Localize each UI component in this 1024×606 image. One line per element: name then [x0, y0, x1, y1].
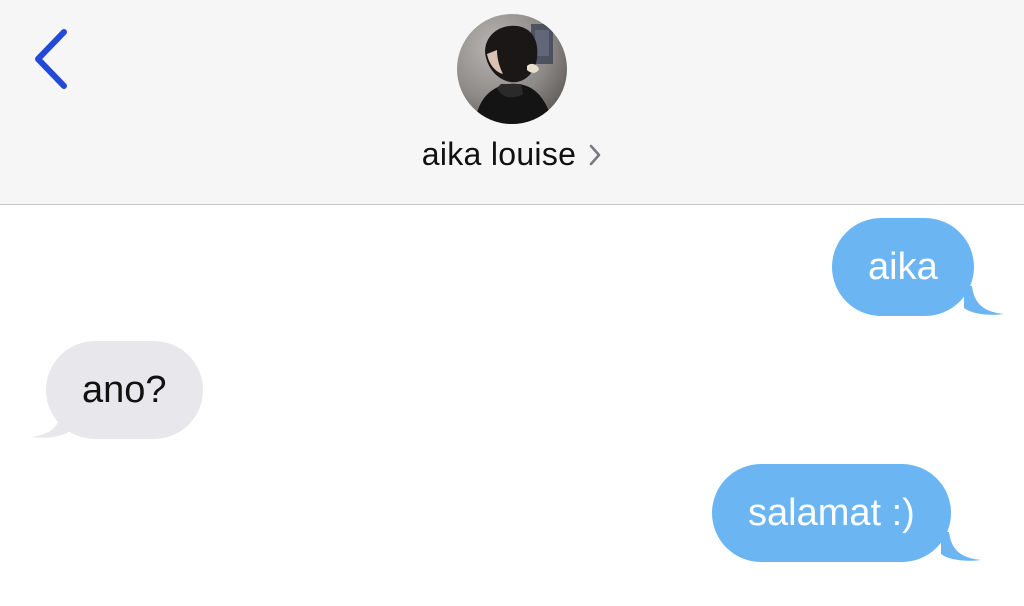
message-list: aika ano? salamat :): [0, 205, 1024, 606]
messages-screen: aika louise aika ano? salamat :): [0, 0, 1024, 606]
contact-name: aika louise: [421, 136, 577, 172]
bubble-tail: [940, 532, 981, 561]
contact-info: aika louise: [0, 14, 1024, 173]
conversation-header: aika louise: [0, 0, 1024, 205]
chevron-right-icon: [589, 144, 601, 165]
message-bubble[interactable]: aika: [832, 218, 974, 316]
message-sent-salamat: salamat :): [712, 464, 981, 562]
bubble-tail: [963, 286, 1004, 315]
message-bubble[interactable]: salamat :): [712, 464, 951, 562]
message-sent-aika: aika: [832, 218, 1004, 316]
message-bubble[interactable]: ano?: [46, 341, 203, 439]
contact-name-row[interactable]: aika louise: [422, 136, 603, 173]
message-received-ano: ano?: [30, 341, 203, 439]
avatar[interactable]: [457, 14, 567, 124]
